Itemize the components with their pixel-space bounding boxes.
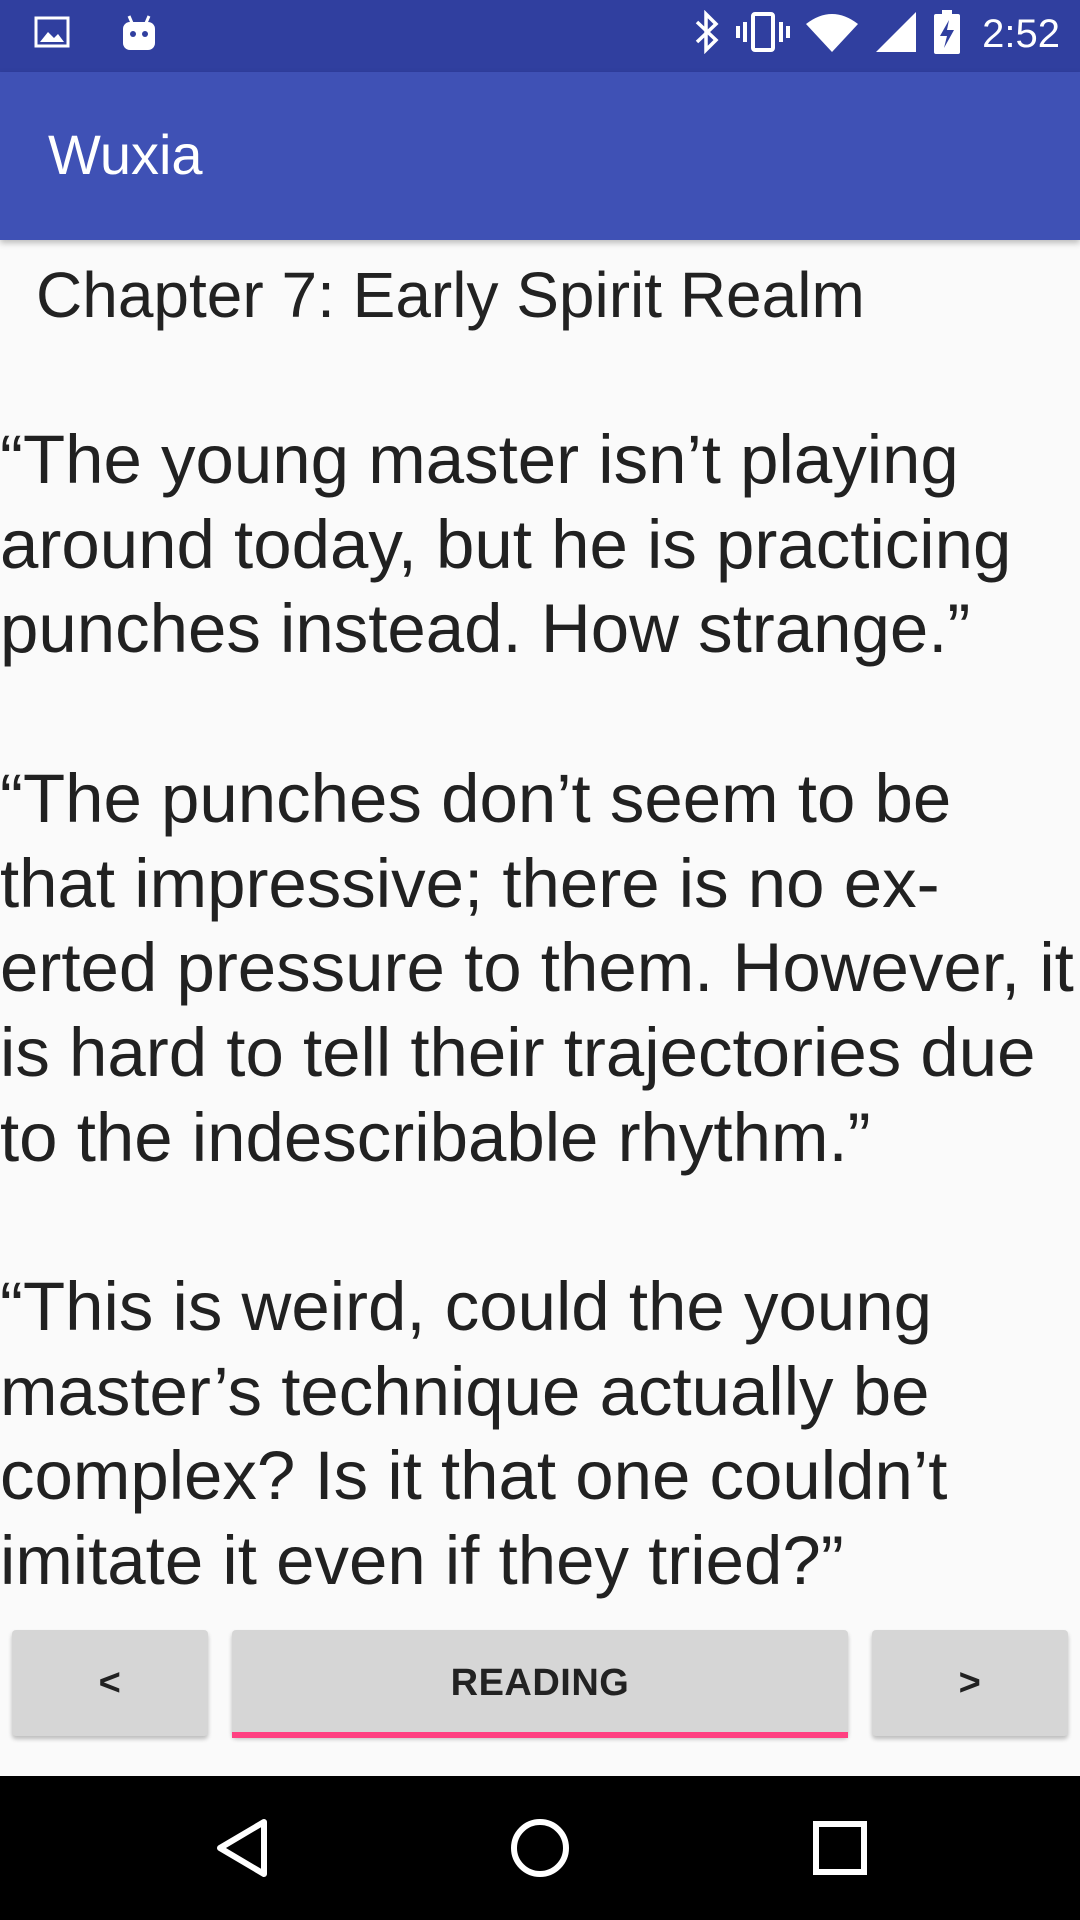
app-bar: Wuxia	[0, 72, 1080, 240]
battery-charging-icon	[932, 8, 962, 61]
home-icon[interactable]	[508, 1816, 572, 1885]
recents-icon[interactable]	[812, 1816, 868, 1885]
cell-signal-icon	[874, 10, 918, 59]
chapter-text: “The young master isn’t playing around t…	[0, 421, 1074, 1600]
reading-button[interactable]: READING	[232, 1630, 848, 1736]
reading-indicator	[232, 1732, 848, 1738]
system-navigation-bar	[0, 1776, 1080, 1920]
app-title: Wuxia	[48, 123, 203, 186]
reading-content[interactable]: Chapter 7: Early Spirit Realm “The young…	[0, 240, 1080, 1626]
image-icon	[34, 14, 70, 59]
chapter-navigation: < READING >	[0, 1626, 1080, 1776]
bluetooth-icon	[692, 9, 722, 59]
vibrate-icon	[736, 10, 791, 59]
android-icon	[120, 14, 158, 59]
wifi-icon	[804, 10, 860, 59]
status-time: 2:52	[982, 12, 1060, 56]
previous-chapter-button[interactable]: <	[12, 1630, 208, 1736]
chapter-title: Chapter 7: Early Spirit Realm	[36, 259, 865, 331]
status-bar: 2:52	[0, 0, 1080, 72]
back-icon[interactable]	[212, 1816, 272, 1885]
next-chapter-button[interactable]: >	[872, 1630, 1068, 1736]
